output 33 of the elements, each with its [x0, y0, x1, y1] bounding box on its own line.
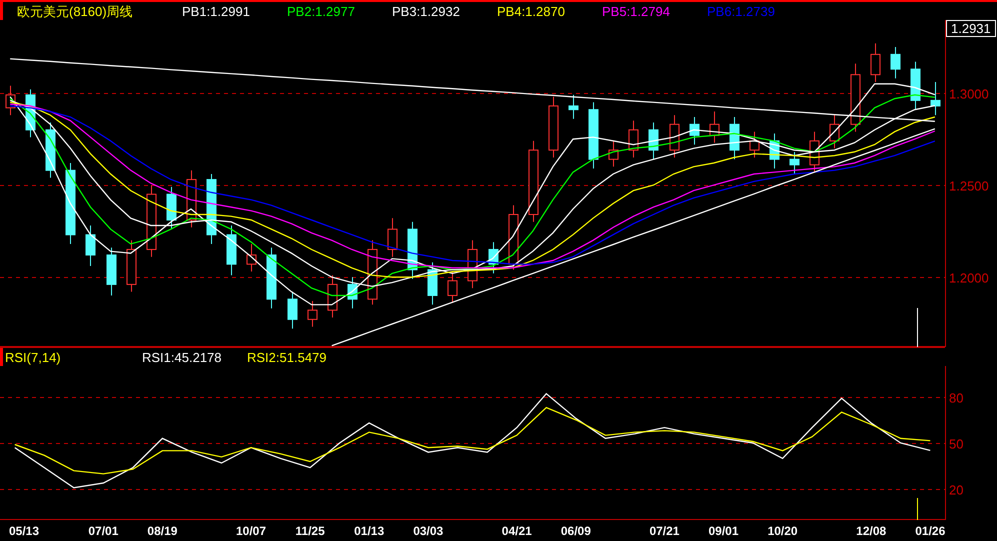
axis-label: 1.3000 [949, 86, 989, 102]
legend-entry: PB5:1.2794 [602, 4, 671, 18]
cursor-line [917, 308, 918, 347]
axis-label: 1.2000 [949, 270, 989, 286]
legend-entry: PB4:1.2870 [497, 4, 566, 18]
axis-label: 08/19 [147, 524, 178, 538]
axis-label: 01/26 [915, 524, 946, 538]
legend-entry: PB2:1.2977 [287, 4, 356, 18]
cursor-line [917, 498, 918, 520]
legend-entry: PB6:1.2739 [707, 4, 776, 18]
legend-entry: RSI2:51.5479 [247, 350, 328, 364]
axis-label: 07/21 [649, 524, 680, 538]
axis-label: 03/03 [413, 524, 444, 538]
axis-label: 11/25 [295, 524, 325, 538]
axis-label: 10/07 [236, 524, 266, 538]
legend-entry: PB1:1.2991 [182, 4, 251, 18]
axis-label: 04/21 [502, 524, 532, 538]
axis-label: 06/09 [560, 524, 591, 538]
axis-label: 07/01 [88, 524, 118, 538]
axis-label: 1.2500 [949, 178, 989, 194]
axis-label: 50 [949, 436, 964, 452]
axis-label: 20 [949, 482, 964, 498]
current-price-label: 1.2931 [946, 20, 996, 37]
indicator-title: RSI(7,14) [4, 350, 62, 364]
axis-label: 80 [949, 390, 964, 406]
legend-entry: RSI1:45.2178 [142, 350, 223, 364]
axis-label: 01/13 [354, 524, 384, 538]
axis-label: 12/08 [856, 524, 886, 538]
legend-entry: PB3:1.2932 [392, 4, 461, 18]
chart-title: 欧元美元(8160)周线 [16, 4, 134, 18]
axis-label: 10/20 [768, 524, 798, 538]
axis-label: 09/01 [708, 524, 739, 538]
axis-label: 05/13 [8, 524, 40, 538]
